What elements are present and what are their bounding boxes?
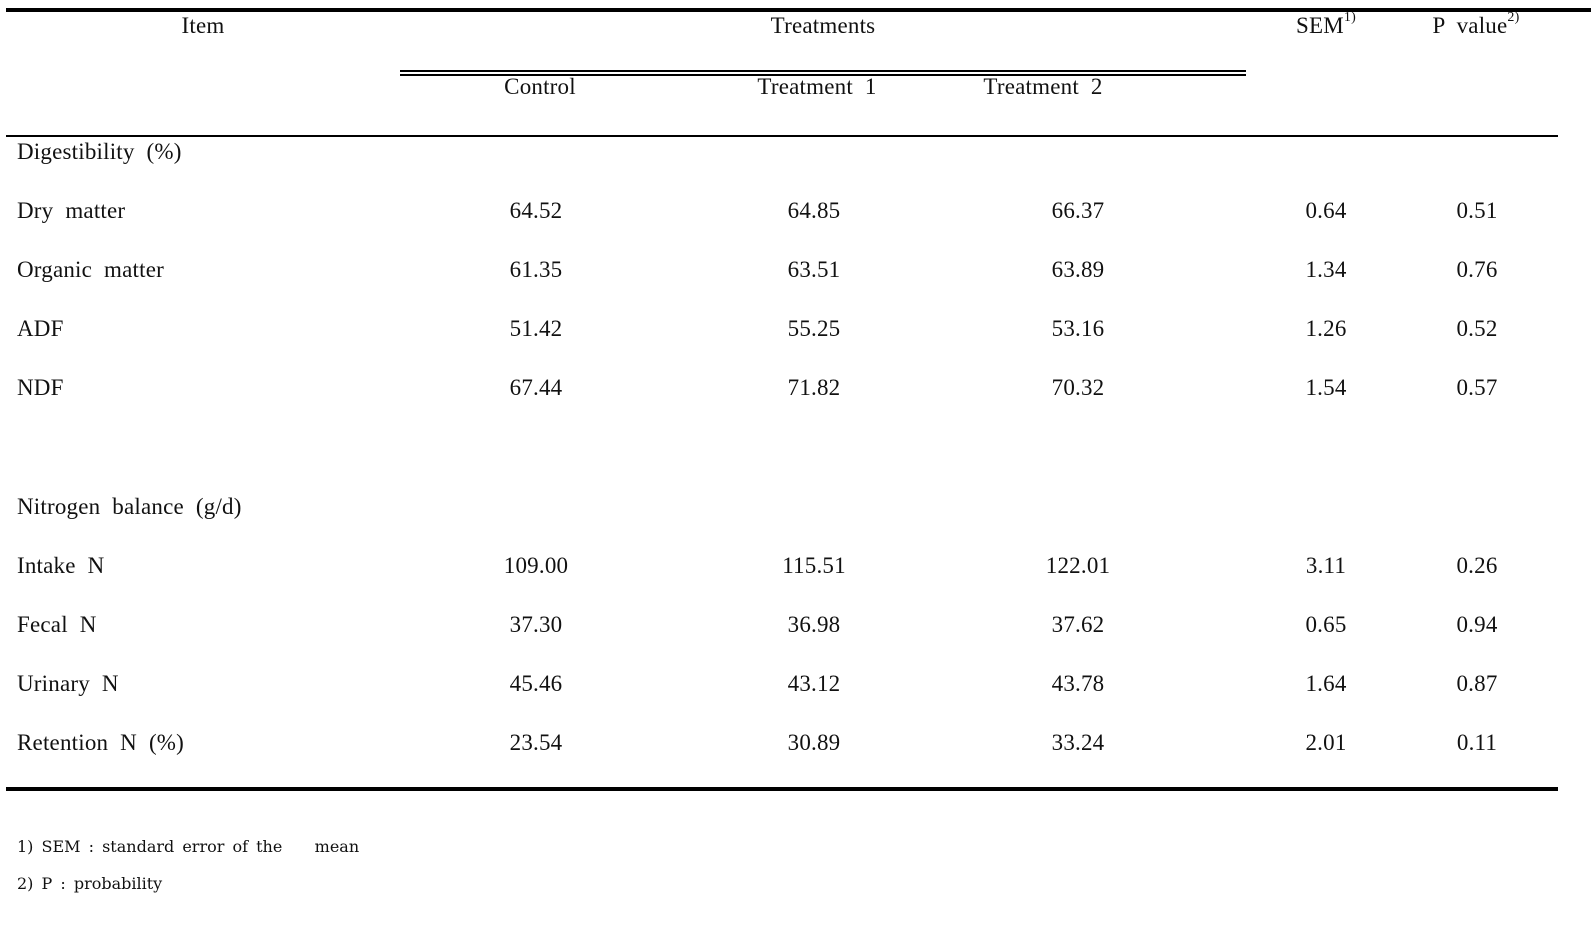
header-sem-footnote-mark: 1) (1343, 10, 1356, 26)
row-label: Fecal N (17, 612, 97, 637)
header-item: Item (181, 13, 225, 38)
header-treatments: Treatments (770, 13, 876, 38)
cell-control: 61.35 (509, 257, 563, 282)
cell-sem: 0.65 (1305, 612, 1347, 637)
treatments-group-rule-upper (400, 70, 1246, 72)
row-label: Retention N (%) (17, 730, 185, 755)
header-bottom-rule (6, 135, 1558, 137)
row-label: Urinary N (17, 671, 119, 696)
cell-p-value: 0.52 (1456, 316, 1498, 341)
cell-sem: 0.64 (1305, 198, 1347, 223)
header-p-value: P value2) (1432, 10, 1520, 40)
row-label: Organic matter (17, 257, 164, 282)
cell-treatment-2: 43.78 (1051, 671, 1105, 696)
cell-treatment-1: 30.89 (787, 730, 841, 755)
cell-treatment-1: 64.85 (787, 198, 841, 223)
cell-control: 37.30 (509, 612, 563, 637)
cell-sem: 1.64 (1305, 671, 1347, 696)
cell-p-value: 0.57 (1456, 375, 1498, 400)
cell-control: 109.00 (503, 553, 569, 578)
cell-control: 67.44 (509, 375, 563, 400)
cell-treatment-2: 63.89 (1051, 257, 1105, 282)
cell-control: 23.54 (509, 730, 563, 755)
footnote-sem: 1) SEM : standard error of the mean (17, 837, 360, 856)
cell-sem: 1.34 (1305, 257, 1347, 282)
cell-sem: 3.11 (1305, 553, 1347, 578)
cell-control: 64.52 (509, 198, 563, 223)
row-label: NDF (17, 375, 64, 400)
cell-p-value: 0.87 (1456, 671, 1498, 696)
header-p-value-footnote-mark: 2) (1507, 10, 1520, 26)
row-label: Dry matter (17, 198, 126, 223)
cell-treatment-2: 66.37 (1051, 198, 1105, 223)
cell-p-value: 0.51 (1456, 198, 1498, 223)
table-bottom-rule (6, 787, 1558, 791)
cell-treatment-2: 122.01 (1045, 553, 1111, 578)
cell-sem: 1.54 (1305, 375, 1347, 400)
section-title-digestibility: Digestibility (%) (17, 139, 182, 164)
cell-p-value: 0.94 (1456, 612, 1498, 637)
cell-p-value: 0.76 (1456, 257, 1498, 282)
cell-treatment-1: 63.51 (787, 257, 841, 282)
cell-treatment-2: 70.32 (1051, 375, 1105, 400)
row-label: ADF (17, 316, 64, 341)
cell-p-value: 0.26 (1456, 553, 1498, 578)
cell-sem: 2.01 (1305, 730, 1347, 755)
cell-p-value: 0.11 (1456, 730, 1498, 755)
cell-control: 51.42 (509, 316, 563, 341)
cell-treatment-1: 36.98 (787, 612, 841, 637)
cell-treatment-2: 53.16 (1051, 316, 1105, 341)
cell-treatment-2: 33.24 (1051, 730, 1105, 755)
header-control: Control (504, 74, 576, 99)
footnote-p-value: 2) P : probability (17, 874, 163, 893)
cell-treatment-1: 115.51 (782, 553, 846, 578)
header-treatment-2: Treatment 2 (983, 74, 1103, 99)
header-p-value-label: P value (1432, 13, 1508, 38)
cell-treatment-1: 71.82 (787, 375, 841, 400)
cell-control: 45.46 (509, 671, 563, 696)
section-title-nitrogen-balance: Nitrogen balance (g/d) (17, 494, 242, 519)
row-label: Intake N (17, 553, 105, 578)
header-sem: SEM1) (1296, 10, 1356, 40)
cell-treatment-1: 55.25 (787, 316, 841, 341)
cell-treatment-1: 43.12 (787, 671, 841, 696)
header-treatment-1: Treatment 1 (757, 74, 877, 99)
cell-treatment-2: 37.62 (1051, 612, 1105, 637)
cell-sem: 1.26 (1305, 316, 1347, 341)
header-sem-label: SEM (1296, 13, 1344, 38)
